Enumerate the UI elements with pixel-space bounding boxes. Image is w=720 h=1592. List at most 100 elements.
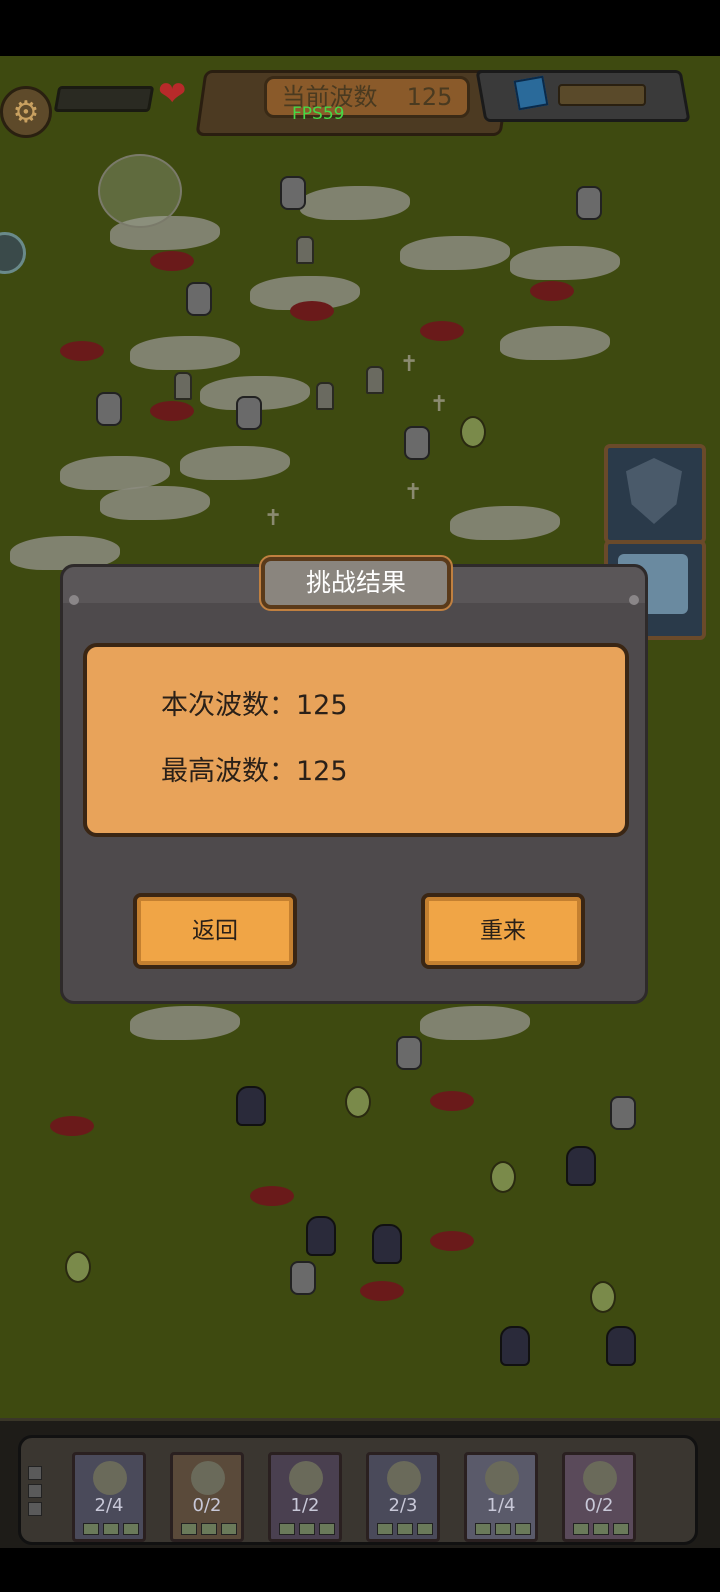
cross-sprite: ✝ bbox=[400, 352, 419, 377]
trait-icon bbox=[613, 1523, 629, 1535]
best-wave-row: 最高波数：125 bbox=[161, 756, 348, 787]
wolf-sprite bbox=[100, 486, 210, 520]
unit-portrait bbox=[583, 1461, 617, 1495]
mini-tool-icon[interactable] bbox=[28, 1502, 42, 1516]
unit-trait-icons bbox=[475, 1523, 531, 1535]
unit-trait-icons bbox=[279, 1523, 335, 1535]
crow-sprite bbox=[50, 1116, 94, 1136]
ghost-sprite bbox=[606, 1326, 636, 1366]
trait-icon bbox=[181, 1523, 197, 1535]
trait-icon bbox=[593, 1523, 609, 1535]
ghost-sprite bbox=[306, 1216, 336, 1256]
dialog-title: 挑战结果 bbox=[259, 555, 453, 611]
ghost-sprite bbox=[500, 1326, 530, 1366]
wolf-sprite bbox=[300, 186, 410, 220]
unit-slot[interactable]: 0/2 bbox=[170, 1452, 244, 1542]
unit-slot[interactable]: 1/4 bbox=[464, 1452, 538, 1542]
gear-icon[interactable]: ⚙ bbox=[0, 86, 52, 138]
unit-count: 1/4 bbox=[486, 1495, 516, 1516]
crow-sprite bbox=[250, 1186, 294, 1206]
retry-button[interactable]: 重来 bbox=[421, 893, 585, 969]
unit-portrait bbox=[93, 1461, 127, 1495]
trait-icon bbox=[417, 1523, 433, 1535]
gravestone-sprite bbox=[366, 366, 384, 394]
crow-sprite bbox=[430, 1231, 474, 1251]
unit-slot[interactable]: 2/4 bbox=[72, 1452, 146, 1542]
trait-icon bbox=[123, 1523, 139, 1535]
unit-trait-icons bbox=[181, 1523, 237, 1535]
trait-icon bbox=[103, 1523, 119, 1535]
shield-sword-icon bbox=[626, 458, 682, 524]
unit-slot[interactable]: 0/2 bbox=[562, 1452, 636, 1542]
wolf-sprite bbox=[130, 1006, 240, 1040]
soldier-sprite bbox=[610, 1096, 636, 1130]
top-hud: ⚙ ❤ 当前波数 125 FPS59 bbox=[0, 56, 720, 138]
trait-icon bbox=[475, 1523, 491, 1535]
trait-icon bbox=[319, 1523, 335, 1535]
soldier-sprite bbox=[280, 176, 306, 210]
mini-tool-column bbox=[28, 1466, 42, 1520]
unit-count: 0/2 bbox=[584, 1495, 614, 1516]
unit-slot[interactable]: 2/3 bbox=[366, 1452, 440, 1542]
gravestone-sprite bbox=[174, 372, 192, 400]
challenge-result-dialog: 挑战结果 本次波数：125 最高波数：125 返回 重来 bbox=[60, 555, 648, 1004]
unit-count: 2/3 bbox=[388, 1495, 418, 1516]
soldier-sprite bbox=[236, 396, 262, 430]
trait-icon bbox=[495, 1523, 511, 1535]
soldier-sprite bbox=[186, 282, 212, 316]
trait-icon bbox=[515, 1523, 531, 1535]
cross-sprite: ✝ bbox=[404, 480, 423, 505]
dialog-pin-left bbox=[69, 595, 79, 605]
back-button[interactable]: 返回 bbox=[133, 893, 297, 969]
unit-trait-icons bbox=[377, 1523, 433, 1535]
mini-tool-icon[interactable] bbox=[28, 1466, 42, 1480]
tree-sprite bbox=[590, 1281, 616, 1313]
crow-sprite bbox=[150, 401, 194, 421]
wolf-sprite bbox=[450, 506, 560, 540]
cross-sprite: ✝ bbox=[430, 392, 449, 417]
soldier-sprite bbox=[576, 186, 602, 220]
mini-tool-icon[interactable] bbox=[28, 1484, 42, 1498]
ghost-sprite bbox=[236, 1086, 266, 1126]
wolf-sprite bbox=[130, 336, 240, 370]
result-panel: 本次波数：125 最高波数：125 bbox=[83, 643, 629, 837]
trait-icon bbox=[299, 1523, 315, 1535]
unit-trait-icons bbox=[573, 1523, 629, 1535]
unit-portrait bbox=[485, 1461, 519, 1495]
wolf-sprite bbox=[510, 246, 620, 280]
shield-skill-card[interactable] bbox=[604, 444, 706, 544]
unit-trait-icons bbox=[83, 1523, 139, 1535]
unit-portrait bbox=[387, 1461, 421, 1495]
tree-sprite bbox=[345, 1086, 371, 1118]
fps-counter: FPS59 bbox=[292, 104, 345, 124]
crow-sprite bbox=[360, 1281, 404, 1301]
dialog-pin-right bbox=[629, 595, 639, 605]
tree-sprite bbox=[65, 1251, 91, 1283]
health-bar bbox=[53, 86, 155, 112]
trait-icon bbox=[573, 1523, 589, 1535]
crow-sprite bbox=[290, 301, 334, 321]
trait-icon bbox=[279, 1523, 295, 1535]
wolf-sprite bbox=[180, 446, 290, 480]
unit-count: 2/4 bbox=[94, 1495, 124, 1516]
current-wave-row: 本次波数：125 bbox=[161, 690, 348, 721]
cross-sprite: ✝ bbox=[264, 506, 283, 531]
trait-icon bbox=[221, 1523, 237, 1535]
soldier-sprite bbox=[404, 426, 430, 460]
hero-shield-bubble bbox=[98, 154, 182, 228]
trait-icon bbox=[397, 1523, 413, 1535]
trait-icon bbox=[201, 1523, 217, 1535]
ghost-sprite bbox=[566, 1146, 596, 1186]
soldier-sprite bbox=[290, 1261, 316, 1295]
crow-sprite bbox=[530, 281, 574, 301]
cube-icon bbox=[513, 75, 549, 111]
wolf-sprite bbox=[500, 326, 610, 360]
crow-sprite bbox=[420, 321, 464, 341]
trait-icon bbox=[83, 1523, 99, 1535]
crow-sprite bbox=[430, 1091, 474, 1111]
unit-portrait bbox=[289, 1461, 323, 1495]
wolf-sprite bbox=[60, 456, 170, 490]
resource-bar bbox=[558, 84, 646, 106]
unit-slot[interactable]: 1/2 bbox=[268, 1452, 342, 1542]
gravestone-sprite bbox=[296, 236, 314, 264]
